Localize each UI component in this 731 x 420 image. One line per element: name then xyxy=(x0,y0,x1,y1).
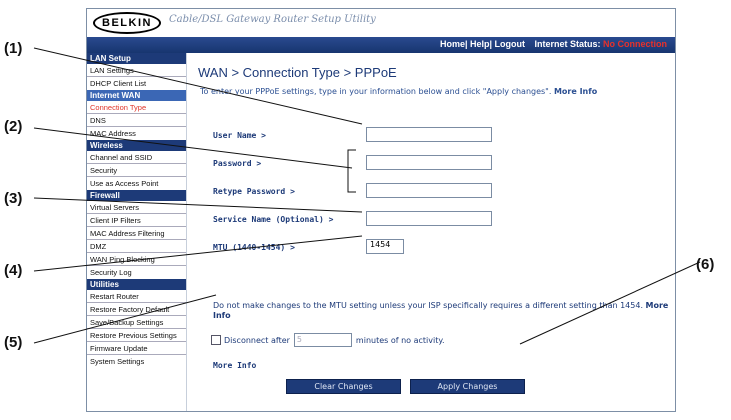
sidebar-item-mac-address[interactable]: MAC Address xyxy=(87,127,186,140)
disconnect-row: Disconnect after 5 minutes of no activit… xyxy=(211,333,445,347)
callout-5: (5) xyxy=(4,334,23,351)
apply-changes-button[interactable]: Apply Changes xyxy=(410,379,525,394)
page-title: WAN > Connection Type > PPPoE xyxy=(198,65,397,80)
status-label: Internet Status: xyxy=(534,39,601,49)
sidebar-section-utilities: Utilities xyxy=(87,279,186,290)
brand-strip: BELKIN Cable/DSL Gateway Router Setup Ut… xyxy=(87,9,675,37)
retype-password-label: Retype Password > xyxy=(213,187,295,196)
belkin-logo: BELKIN xyxy=(93,12,161,34)
disconnect-checkbox[interactable] xyxy=(211,335,221,345)
sidebar-item-connection-type[interactable]: Connection Type xyxy=(87,101,186,114)
disconnect-minutes-field[interactable]: 5 xyxy=(293,333,352,347)
sidebar-item-dhcp-client-list[interactable]: DHCP Client List xyxy=(87,77,186,90)
sidebar-section-internet-wan: Internet WAN xyxy=(87,90,186,101)
sidebar-item-dmz[interactable]: DMZ xyxy=(87,240,186,253)
app-title: Cable/DSL Gateway Router Setup Utility xyxy=(169,14,376,25)
mtu-field[interactable]: 1454 xyxy=(366,239,404,254)
service-name-field[interactable] xyxy=(366,211,492,226)
sidebar-item-restart-router[interactable]: Restart Router xyxy=(87,290,186,303)
username-field[interactable] xyxy=(366,127,492,142)
callout-4: (4) xyxy=(4,262,23,279)
callout-1: (1) xyxy=(4,40,23,57)
callout-2: (2) xyxy=(4,118,23,135)
top-navbar: Home| Help| Logout Internet Status: No C… xyxy=(87,37,675,53)
sidebar-item-dns[interactable]: DNS xyxy=(87,114,186,127)
sidebar-item-channel-ssid[interactable]: Channel and SSID xyxy=(87,151,186,164)
sidebar-item-security[interactable]: Security xyxy=(87,164,186,177)
router-page: BELKIN Cable/DSL Gateway Router Setup Ut… xyxy=(86,8,676,412)
sidebar-item-access-point[interactable]: Use as Access Point xyxy=(87,177,186,190)
sidebar-section-lan-setup: LAN Setup xyxy=(87,53,186,64)
sidebar-item-restore-previous[interactable]: Restore Previous Settings xyxy=(87,329,186,342)
sidebar: LAN Setup LAN Settings DHCP Client List … xyxy=(87,53,187,411)
mtu-label: MTU (1440-1454) > xyxy=(213,243,295,252)
more-info-link[interactable]: More Info xyxy=(213,361,256,370)
callout-6: (6) xyxy=(696,256,715,273)
sidebar-item-mac-filtering[interactable]: MAC Address Filtering xyxy=(87,227,186,240)
top-links-text[interactable]: Home| Help| Logout xyxy=(440,39,525,49)
password-label: Password > xyxy=(213,159,262,168)
sidebar-section-firewall: Firewall xyxy=(87,190,186,201)
password-field[interactable] xyxy=(366,155,492,170)
disconnect-suffix: minutes of no activity. xyxy=(355,335,445,345)
sidebar-item-virtual-servers[interactable]: Virtual Servers xyxy=(87,201,186,214)
intro-text: To enter your PPPoE settings, type in yo… xyxy=(200,87,670,97)
sidebar-item-lan-settings[interactable]: LAN Settings xyxy=(87,64,186,77)
mtu-note-text: Do not make changes to the MTU setting u… xyxy=(213,301,643,310)
intro-body: To enter your PPPoE settings, type in yo… xyxy=(200,87,552,96)
sidebar-item-wan-ping-blocking[interactable]: WAN Ping Blocking xyxy=(87,253,186,266)
status-value: No Connection xyxy=(603,39,667,49)
clear-changes-button[interactable]: Clear Changes xyxy=(286,379,401,394)
sidebar-item-client-ip-filters[interactable]: Client IP Filters xyxy=(87,214,186,227)
username-label: User Name > xyxy=(213,131,266,140)
sidebar-item-system-settings[interactable]: System Settings xyxy=(87,355,186,368)
disconnect-label: Disconnect after xyxy=(224,335,290,345)
intro-more-info-link[interactable]: More Info xyxy=(554,87,597,96)
retype-password-field[interactable] xyxy=(366,183,492,198)
main-content: WAN > Connection Type > PPPoE To enter y… xyxy=(188,53,675,411)
sidebar-item-save-backup[interactable]: Save/Backup Settings xyxy=(87,316,186,329)
sidebar-section-wireless: Wireless xyxy=(87,140,186,151)
sidebar-item-firmware-update[interactable]: Firmware Update xyxy=(87,342,186,355)
top-links[interactable]: Home| Help| Logout xyxy=(440,39,525,49)
sidebar-item-restore-factory[interactable]: Restore Factory Default xyxy=(87,303,186,316)
internet-status: Internet Status: No Connection xyxy=(534,39,667,49)
service-name-label: Service Name (Optional) > xyxy=(213,215,334,224)
sidebar-item-security-log[interactable]: Security Log xyxy=(87,266,186,279)
callout-3: (3) xyxy=(4,190,23,207)
mtu-note: Do not make changes to the MTU setting u… xyxy=(213,301,675,321)
